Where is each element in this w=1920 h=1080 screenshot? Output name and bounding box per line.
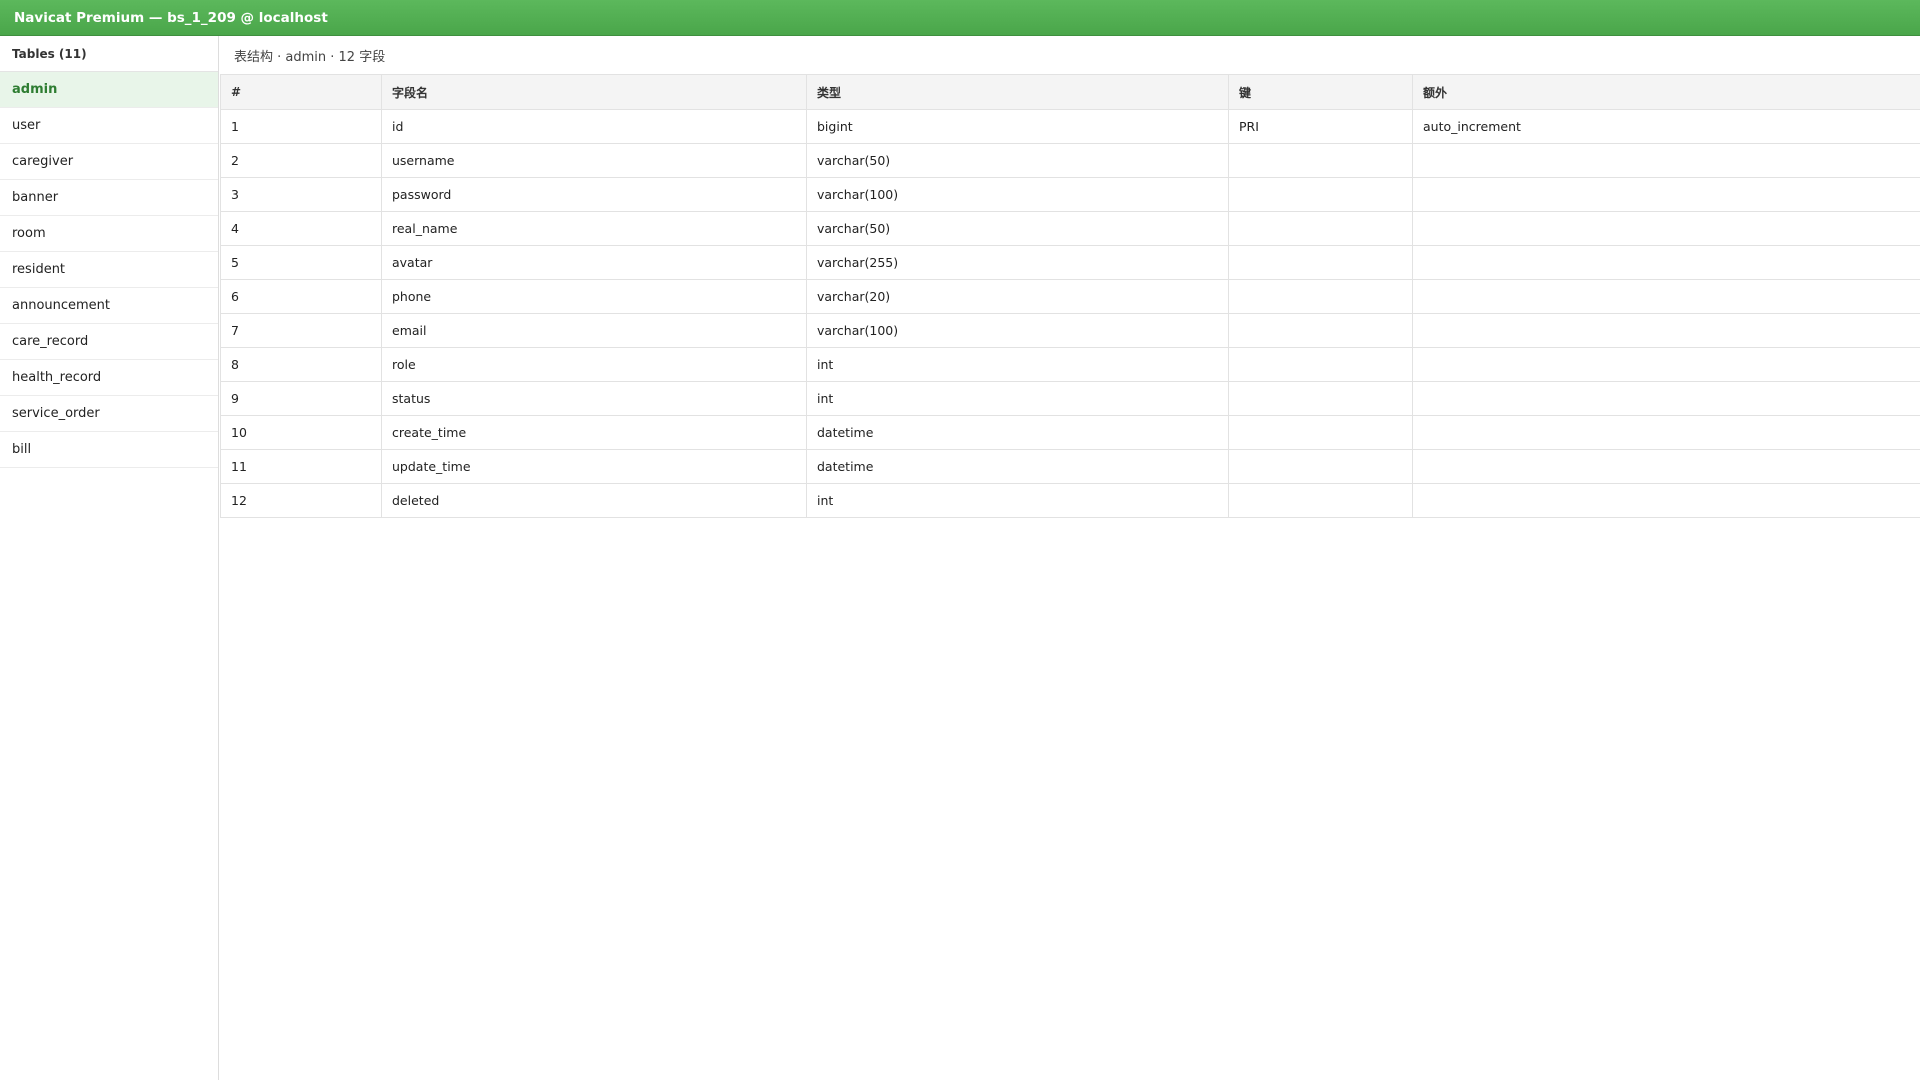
table-row[interactable]: 6 phone varchar(20) <box>220 279 1920 314</box>
cell-key <box>1228 483 1413 518</box>
sidebar-item-care-record[interactable]: care_record <box>0 324 218 360</box>
cell-extra <box>1412 483 1920 518</box>
table-row[interactable]: 2 username varchar(50) <box>220 143 1920 178</box>
structure-title: 表结构 · admin · 12 字段 <box>234 49 386 65</box>
cell-num: 11 <box>220 449 382 484</box>
cell-key <box>1228 381 1413 416</box>
column-header-key[interactable]: 键 <box>1228 74 1413 110</box>
cell-num: 2 <box>220 143 382 178</box>
cell-field-name: username <box>381 143 807 178</box>
cell-num: 4 <box>220 211 382 246</box>
cell-type: varchar(20) <box>806 279 1229 314</box>
cell-extra <box>1412 347 1920 382</box>
cell-field-name: status <box>381 381 807 416</box>
cell-field-name: create_time <box>381 415 807 450</box>
cell-num: 8 <box>220 347 382 382</box>
cell-type: varchar(100) <box>806 177 1229 212</box>
cell-type: int <box>806 381 1229 416</box>
cell-type: varchar(50) <box>806 143 1229 178</box>
cell-type: bigint <box>806 109 1229 144</box>
cell-key <box>1228 143 1413 178</box>
cell-type: varchar(50) <box>806 211 1229 246</box>
sidebar-item-admin[interactable]: admin <box>0 72 218 108</box>
cell-extra <box>1412 143 1920 178</box>
cell-type: int <box>806 483 1229 518</box>
cell-key <box>1228 245 1413 280</box>
cell-field-name: phone <box>381 279 807 314</box>
table-row[interactable]: 11 update_time datetime <box>220 449 1920 484</box>
cell-num: 7 <box>220 313 382 348</box>
sidebar-item-caregiver[interactable]: caregiver <box>0 144 218 180</box>
table-row[interactable]: 1 id bigint PRI auto_increment <box>220 109 1920 144</box>
cell-field-name: avatar <box>381 245 807 280</box>
sidebar-item-bill[interactable]: bill <box>0 432 218 468</box>
sidebar-item-room[interactable]: room <box>0 216 218 252</box>
fields-table: # 字段名 类型 键 额外 1 id bigint PRI auto_increment… <box>220 74 1920 518</box>
cell-field-name: email <box>381 313 807 348</box>
sidebar-item-announcement[interactable]: announcement <box>0 288 218 324</box>
cell-type: int <box>806 347 1229 382</box>
cell-key <box>1228 211 1413 246</box>
main-panel: 表结构 · admin · 12 字段 # 字段名 类型 键 额外 1 id big… <box>220 36 1920 1080</box>
column-header-field-name[interactable]: 字段名 <box>381 74 807 110</box>
cell-field-name: id <box>381 109 807 144</box>
sidebar-item-banner[interactable]: banner <box>0 180 218 216</box>
cell-key: PRI <box>1228 109 1413 144</box>
cell-extra <box>1412 415 1920 450</box>
cell-num: 1 <box>220 109 382 144</box>
window-titlebar: Navicat Premium — bs_1_209 @ localhost <box>0 0 1920 36</box>
cell-extra <box>1412 177 1920 212</box>
sidebar-item-health-record[interactable]: health_record <box>0 360 218 396</box>
sidebar-item-user[interactable]: user <box>0 108 218 144</box>
table-list: admin user caregiver banner room resident anno… <box>0 72 218 468</box>
cell-num: 5 <box>220 245 382 280</box>
table-row[interactable]: 3 password varchar(100) <box>220 177 1920 212</box>
table-row[interactable]: 10 create_time datetime <box>220 415 1920 450</box>
cell-field-name: deleted <box>381 483 807 518</box>
cell-extra <box>1412 381 1920 416</box>
sidebar: Tables (11) admin user caregiver banner room… <box>0 36 219 1080</box>
table-header-row: # 字段名 类型 键 额外 <box>220 74 1920 110</box>
cell-key <box>1228 177 1413 212</box>
cell-extra <box>1412 211 1920 246</box>
cell-num: 10 <box>220 415 382 450</box>
tables-header: Tables (11) <box>0 36 218 72</box>
window-title: Navicat Premium — bs_1_209 @ localhost <box>14 9 328 26</box>
cell-type: varchar(255) <box>806 245 1229 280</box>
column-header-extra[interactable]: 额外 <box>1412 74 1920 110</box>
cell-key <box>1228 347 1413 382</box>
cell-field-name: update_time <box>381 449 807 484</box>
sidebar-item-resident[interactable]: resident <box>0 252 218 288</box>
cell-field-name: real_name <box>381 211 807 246</box>
table-row[interactable]: 7 email varchar(100) <box>220 313 1920 348</box>
cell-num: 9 <box>220 381 382 416</box>
sidebar-item-service-order[interactable]: service_order <box>0 396 218 432</box>
cell-key <box>1228 313 1413 348</box>
table-row[interactable]: 8 role int <box>220 347 1920 382</box>
table-row[interactable]: 4 real_name varchar(50) <box>220 211 1920 246</box>
cell-field-name: role <box>381 347 807 382</box>
table-row[interactable]: 5 avatar varchar(255) <box>220 245 1920 280</box>
cell-extra: auto_increment <box>1412 109 1920 144</box>
table-row[interactable]: 9 status int <box>220 381 1920 416</box>
cell-num: 12 <box>220 483 382 518</box>
cell-field-name: password <box>381 177 807 212</box>
cell-key <box>1228 279 1413 314</box>
cell-extra <box>1412 279 1920 314</box>
cell-type: datetime <box>806 449 1229 484</box>
cell-extra <box>1412 245 1920 280</box>
table-row[interactable]: 12 deleted int <box>220 483 1920 518</box>
cell-extra <box>1412 449 1920 484</box>
cell-extra <box>1412 313 1920 348</box>
column-header-type[interactable]: 类型 <box>806 74 1229 110</box>
column-header-num[interactable]: # <box>220 74 382 110</box>
cell-type: varchar(100) <box>806 313 1229 348</box>
cell-num: 3 <box>220 177 382 212</box>
cell-key <box>1228 449 1413 484</box>
cell-num: 6 <box>220 279 382 314</box>
cell-key <box>1228 415 1413 450</box>
cell-type: datetime <box>806 415 1229 450</box>
